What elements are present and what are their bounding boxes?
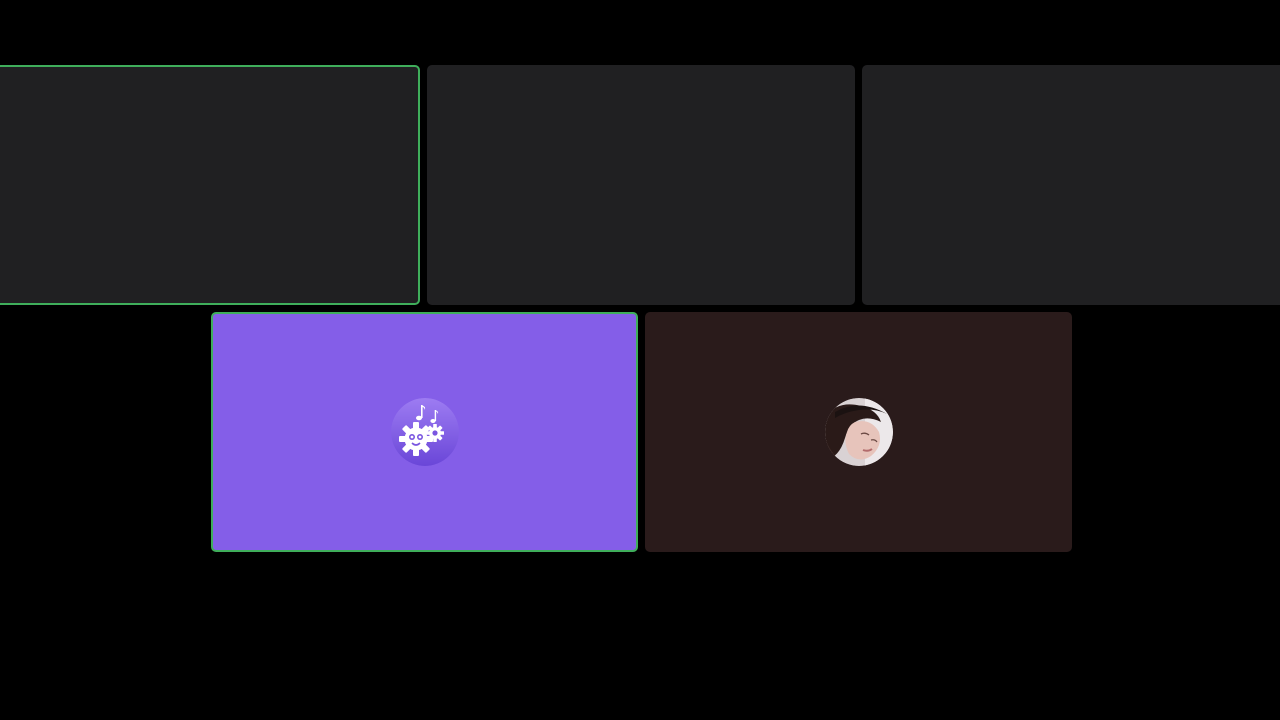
video-call-grid — [0, 0, 1280, 720]
profile-photo-avatar — [824, 398, 893, 466]
music-bot-gears-icon — [390, 398, 459, 466]
participant-tile-3[interactable] — [862, 65, 1280, 305]
participant-tile-2[interactable] — [427, 65, 855, 305]
profile-photo-icon — [824, 398, 893, 466]
participant-tile-4[interactable] — [211, 312, 638, 552]
participant-tile-1[interactable] — [0, 65, 420, 305]
music-bot-avatar — [390, 398, 459, 466]
participant-tile-5[interactable] — [645, 312, 1072, 552]
